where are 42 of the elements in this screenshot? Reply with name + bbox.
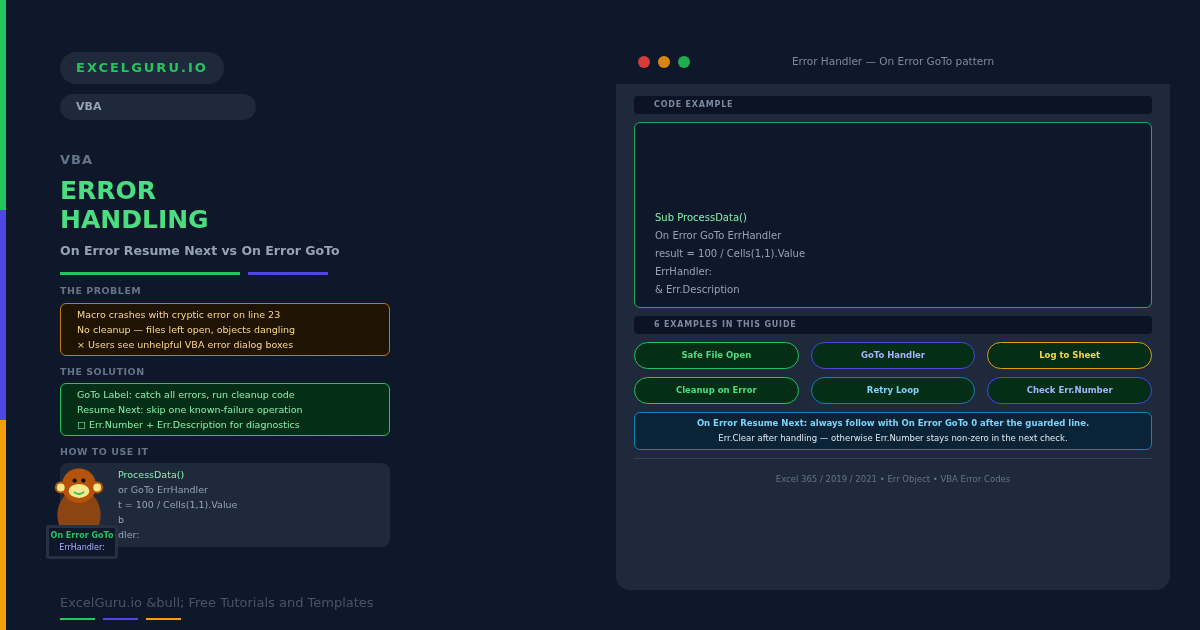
section-heading: THE SOLUTION [60,364,146,379]
code-line: Sub ProcessData() [655,212,747,223]
category-tag: VBA [60,94,256,120]
window-control-dot[interactable] [658,56,670,68]
code-line: On Error GoTo ErrHandler [655,230,782,241]
window-title: Error Handler — On Error GoTo pattern [791,55,995,68]
screen-text: On Error GoTo [49,530,115,542]
code-line: or GoTo ErrHandler [118,484,208,495]
example-button[interactable]: Retry Loop [810,377,976,404]
brand-badge: EXCELGURU.IO [60,52,224,84]
screen-text: ErrHandler: [58,542,106,554]
list-item: Resume Next: skip one known-failure operation [77,402,304,417]
example-button[interactable]: Check Err.Number [987,377,1152,404]
code-line: dler: [118,529,140,540]
code-line: ErrHandler: [655,266,712,277]
example-button[interactable]: GoTo Handler [810,342,976,369]
tip-text: On Error Resume Next: always follow with On Error GoTo 0 after the guarded line. [695,417,1091,430]
code-line: b [118,514,125,525]
eyebrow-text: VBA [60,151,95,169]
list-item: GoTo Label: catch all errors, run cleanup code [77,387,296,402]
window-footer-text: Excel 365 / 2019 / 2021 • Err Object • VBA Error Codes [774,473,1012,486]
page-title: ERROR HANDLING [60,175,210,234]
list-item: Macro crashes with cryptic error on line 23 [77,307,282,322]
code-line: ProcessData() [118,469,185,480]
window-control-dot[interactable] [678,56,690,68]
section-header: 6 EXAMPLES IN THIS GUIDE [634,316,1152,334]
example-button[interactable]: Log to Sheet [987,342,1152,369]
window-control-dot[interactable] [638,56,650,68]
list-item: No cleanup — files left open, objects dangling [77,322,297,337]
code-line: result = 100 / Cells(1,1).Value [655,248,806,259]
list-item: × Users see unhelpful VBA error dialog boxes [77,337,295,352]
footer-text: ExcelGuru.io &bull; Free Tutorials and Templates [60,593,375,612]
code-line: & Err.Description [655,284,740,295]
section-heading: HOW TO USE IT [60,444,150,459]
code-line: t = 100 / Cells(1,1).Value [118,499,238,510]
tip-text: Err.Clear after handling — otherwise Err.Number stays non-zero in the next check. [717,432,1069,445]
example-button[interactable]: Cleanup on Error [634,377,799,404]
example-button[interactable]: Safe File Open [634,342,799,369]
list-item: □ Err.Number + Err.Description for diagnostics [77,417,301,432]
section-heading: THE PROBLEM [60,284,143,299]
subtitle: On Error Resume Next vs On Error GoTo [60,241,341,260]
section-header: CODE EXAMPLE [634,96,1152,114]
